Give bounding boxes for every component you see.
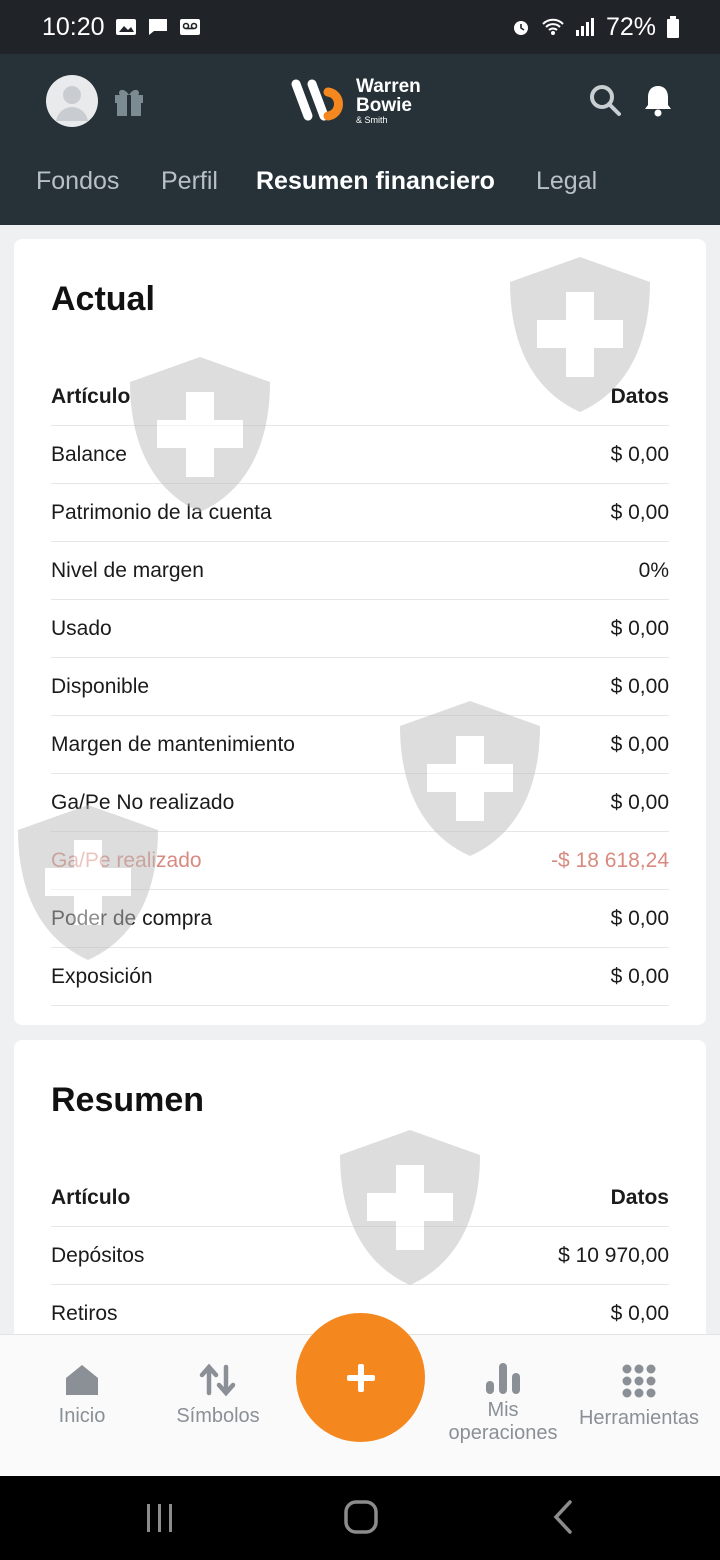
- system-nav-bar: [0, 1476, 720, 1560]
- signal-icon: [575, 18, 594, 36]
- tab-fondos[interactable]: Fondos: [36, 167, 119, 196]
- search-icon[interactable]: [587, 82, 623, 118]
- row-label: Ga/Pe realizado: [51, 848, 202, 872]
- row-label: Retiros: [51, 1301, 118, 1325]
- nav-simbolos[interactable]: Símbolos: [162, 1363, 274, 1428]
- plus-icon: [346, 1363, 375, 1392]
- table-row: Patrimonio de la cuenta $ 0,00: [51, 484, 669, 542]
- row-value: $ 0,00: [610, 790, 669, 814]
- row-value: 0%: [638, 558, 669, 582]
- column-header-datos: Datos: [610, 1185, 669, 1209]
- row-value: $ 0,00: [610, 442, 669, 466]
- status-bar: 10:20 72%: [0, 0, 720, 54]
- table-row: Usado $ 0,00: [51, 600, 669, 658]
- message-icon: [148, 19, 167, 35]
- row-label: Usado: [51, 616, 112, 640]
- grid-icon: [622, 1364, 656, 1398]
- bell-icon[interactable]: [640, 82, 676, 118]
- column-header-datos: Datos: [610, 384, 669, 408]
- table-row: Disponible $ 0,00: [51, 658, 669, 716]
- column-header-articulo: Artículo: [51, 1185, 131, 1209]
- table-header-row: Artículo Datos: [51, 368, 669, 426]
- table-row: Depósitos $ 10 970,00: [51, 1227, 669, 1285]
- voicemail-icon: [179, 19, 200, 35]
- tab-legal[interactable]: Legal: [536, 167, 597, 196]
- battery-level: 72%: [605, 12, 656, 41]
- tab-perfil[interactable]: Perfil: [161, 167, 218, 196]
- gallery-icon: [115, 19, 136, 35]
- wifi-icon: [542, 18, 564, 35]
- home-icon: [66, 1365, 98, 1395]
- nav-inicio-label: Inicio: [58, 1405, 106, 1427]
- row-label: Disponible: [51, 674, 150, 698]
- nav-mis-operaciones-label: Mis operaciones: [448, 1399, 558, 1444]
- row-label: Patrimonio de la cuenta: [51, 500, 272, 524]
- logo-line1: Warren: [356, 76, 421, 97]
- column-header-articulo: Artículo: [51, 384, 131, 408]
- row-label: Margen de mantenimiento: [51, 732, 295, 756]
- app-header: Warren Bowie & Smith Fondos Perfil Resum…: [0, 54, 720, 225]
- actual-table: Artículo Datos Balance $ 0,00 Patrimonio …: [51, 368, 669, 1006]
- swap-icon: [199, 1363, 236, 1397]
- row-label: Depósitos: [51, 1243, 145, 1267]
- row-label: Exposición: [51, 964, 153, 988]
- row-value: $ 0,00: [610, 964, 669, 988]
- recent-apps-icon[interactable]: [143, 1500, 177, 1536]
- resumen-title: Resumen: [51, 1081, 205, 1119]
- home-button-icon[interactable]: [342, 1498, 380, 1536]
- row-value: $ 0,00: [610, 906, 669, 930]
- logo-mark-icon: [291, 79, 343, 121]
- table-row: Poder de compra $ 0,00: [51, 890, 669, 948]
- logo-line2: Bowie: [356, 95, 412, 116]
- table-row: Balance $ 0,00: [51, 426, 669, 484]
- row-value: $ 0,00: [610, 1301, 669, 1325]
- table-row: Ga/Pe No realizado $ 0,00: [51, 774, 669, 832]
- row-label: Nivel de margen: [51, 558, 204, 582]
- nav-inicio[interactable]: Inicio: [38, 1363, 126, 1428]
- actual-card: Actual Artículo Datos Balance $ 0,00 Patr…: [14, 239, 706, 1025]
- user-icon: [56, 86, 88, 121]
- table-row-negative: Ga/Pe realizado -$ 18 618,24: [51, 832, 669, 890]
- nav-mis-operaciones[interactable]: Mis operaciones: [438, 1361, 568, 1445]
- battery-icon: [667, 16, 679, 38]
- row-value: $ 0,00: [610, 616, 669, 640]
- row-value: $ 10 970,00: [558, 1243, 669, 1267]
- tab-resumen-financiero[interactable]: Resumen financiero: [256, 167, 495, 196]
- add-button[interactable]: [296, 1313, 425, 1442]
- nav-herramientas-label: Herramientas: [578, 1407, 700, 1429]
- table-header-row: Artículo Datos: [51, 1169, 669, 1227]
- row-value: $ 0,00: [610, 674, 669, 698]
- row-value: -$ 18 618,24: [551, 848, 669, 872]
- brand-logo: Warren Bowie & Smith: [290, 77, 421, 125]
- nav-simbolos-label: Símbolos: [176, 1405, 260, 1427]
- bar-chart-icon: [486, 1363, 520, 1394]
- gift-icon[interactable]: [112, 84, 146, 118]
- row-value: $ 0,00: [610, 732, 669, 756]
- logo-line3: & Smith: [356, 115, 388, 125]
- status-time: 10:20: [42, 12, 105, 41]
- row-label: Poder de compra: [51, 906, 213, 930]
- resumen-card: Resumen Artículo Datos Depósitos $ 10 970…: [14, 1040, 706, 1360]
- table-row: Margen de mantenimiento $ 0,00: [51, 716, 669, 774]
- alarm-icon: [513, 21, 528, 35]
- avatar[interactable]: [46, 75, 98, 127]
- nav-herramientas[interactable]: Herramientas: [570, 1363, 708, 1430]
- row-label: Balance: [51, 442, 127, 466]
- row-label: Ga/Pe No realizado: [51, 790, 235, 814]
- back-icon[interactable]: [548, 1498, 578, 1536]
- table-row: Nivel de margen 0%: [51, 542, 669, 600]
- row-value: $ 0,00: [610, 500, 669, 524]
- tab-bar: Fondos Perfil Resumen financiero Legal: [0, 164, 720, 204]
- actual-title: Actual: [51, 280, 155, 318]
- table-row: Exposición $ 0,00: [51, 948, 669, 1006]
